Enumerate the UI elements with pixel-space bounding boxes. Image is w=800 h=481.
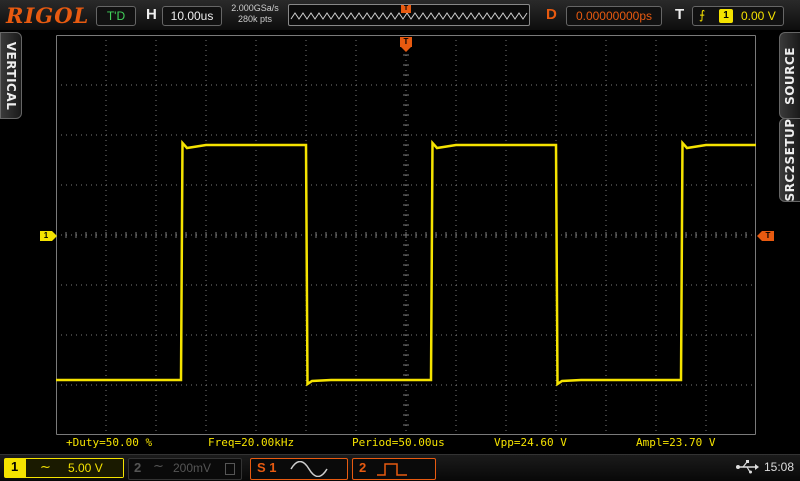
trigger-position-marker[interactable]: T [400, 37, 412, 52]
vertical-tab-label: VERTICAL [4, 41, 18, 110]
ac-coupling-icon: ~ [40, 460, 51, 475]
src2-setup-tab[interactable]: SRC2SETUP [779, 118, 800, 202]
trigger-label: T [675, 6, 685, 23]
source-tab-label: SOURCE [783, 46, 797, 105]
memory-trigger-marker: T [401, 5, 411, 13]
channel1-setting[interactable]: 1 ~ 5.00 V [4, 458, 124, 478]
rising-edge-icon: ⨍ [699, 8, 706, 22]
channel-status-bar: 1 ~ 5.00 V 2 ~ 200mV S 1 2 15:08 [0, 454, 800, 481]
memory-depth: 280k pts [237, 14, 273, 24]
channel1-offset-marker[interactable]: 1 [40, 231, 57, 241]
channel1-number: 1 [11, 459, 19, 474]
trigger-settings[interactable]: ⨍ 1 0.00 V [692, 6, 784, 26]
sine-wave-icon [290, 461, 328, 477]
measurement-duty: +Duty=50.00 % [66, 436, 153, 449]
square-wave-icon [377, 463, 407, 476]
channel1-body: ~ 5.00 V [26, 459, 123, 477]
trigger-level: 0.00 V [741, 9, 776, 23]
math-source1-setting[interactable]: S 1 [250, 458, 348, 480]
math-source2-setting[interactable]: 2 [352, 458, 436, 480]
src2-setup-label: SRC2SETUP [783, 118, 797, 202]
measurement-ampl: Ampl=23.70 V [636, 436, 716, 449]
channel2-setting[interactable]: 2 ~ 200mV [128, 458, 242, 480]
channel2-scale: 200mV [173, 461, 212, 475]
run-status-badge[interactable]: T'D [96, 6, 136, 26]
measurement-period: Period=50.00us [352, 436, 445, 449]
usb-icon [736, 460, 759, 474]
top-status-bar: RIGOL T'D H 10.00us 2.000GSa/s 280k pts … [0, 0, 800, 30]
measurement-vpp: Vpp=24.60 V [494, 436, 567, 449]
ac-coupling-icon: ~ [153, 459, 164, 474]
system-clock: 15:08 [764, 460, 795, 474]
brand-logo: RIGOL [6, 3, 90, 28]
vertical-menu-tab[interactable]: VERTICAL [0, 32, 22, 119]
delay-value[interactable]: 0.00000000ps [566, 6, 662, 26]
bandwidth-limit-icon [225, 463, 235, 475]
channel2-number: 2 [134, 460, 142, 475]
memory-overview[interactable]: T [288, 4, 530, 26]
math-source2-label: 2 [359, 460, 367, 475]
measurement-freq: Freq=20.00kHz [208, 436, 295, 449]
channel1-trace [56, 139, 756, 387]
horizontal-label: H [146, 6, 157, 23]
source-menu-tab[interactable]: SOURCE [779, 32, 800, 119]
sample-rate: 2.000GSa/s [231, 3, 279, 13]
channel1-scale: 5.00 V [68, 461, 103, 475]
waveform-display[interactable] [56, 35, 756, 435]
graticule [56, 35, 756, 435]
measurement-bar: +Duty=50.00 % Freq=20.00kHz Period=50.00… [56, 436, 744, 450]
acquisition-info: 2.000GSa/s 280k pts [226, 3, 284, 25]
timebase-value[interactable]: 10.00us [162, 6, 222, 26]
math-source1-label: S 1 [257, 460, 277, 475]
trigger-level-marker[interactable]: T [757, 231, 774, 241]
delay-label: D [546, 6, 557, 23]
trigger-source-badge: 1 [719, 9, 733, 23]
